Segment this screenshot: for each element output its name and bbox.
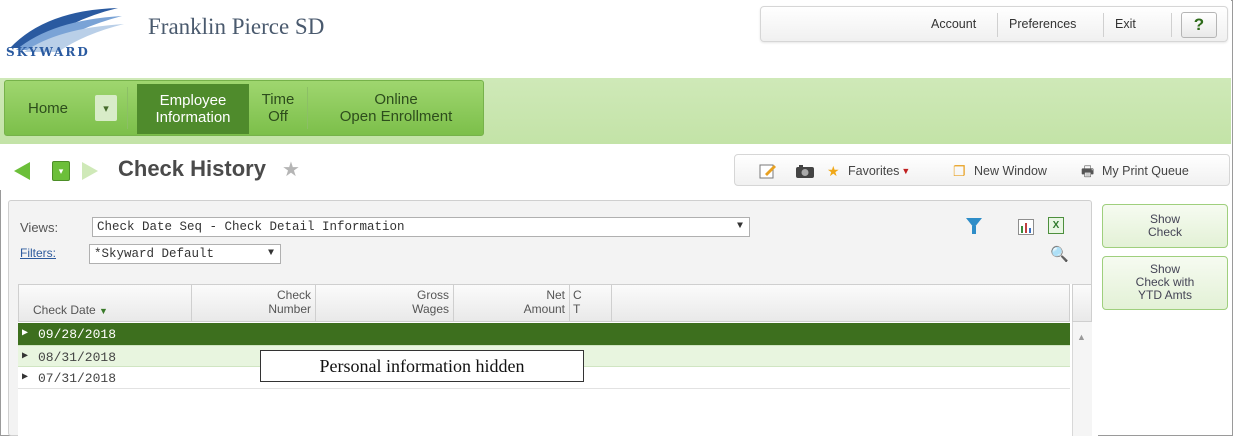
- help-button[interactable]: ?: [1181, 12, 1217, 38]
- edit-icon[interactable]: [759, 163, 777, 179]
- nav-employee-information[interactable]: Employee Information: [137, 84, 249, 134]
- back-arrow-icon[interactable]: [14, 162, 30, 180]
- scroll-up-icon[interactable]: ▲: [1077, 332, 1086, 342]
- nav-divider: [307, 87, 308, 129]
- column-ct[interactable]: C T: [573, 288, 582, 316]
- favorites-menu[interactable]: ★ Favorites ▼: [827, 163, 910, 179]
- logo-text: SKYWARD: [6, 45, 90, 59]
- menu-divider: [1171, 13, 1172, 37]
- top-menu: Account Preferences Exit ?: [760, 6, 1228, 42]
- check-date-cell: 09/28/2018: [38, 327, 117, 342]
- favorites-label: Favorites: [848, 164, 900, 178]
- district-name: Franklin Pierce SD: [148, 14, 325, 39]
- column-divider: [191, 285, 192, 321]
- nav-dropdown-button[interactable]: ▾: [95, 95, 117, 121]
- page-toolbar: ★ Favorites ▼ ❐ New Window 🖶 My Print Qu…: [734, 154, 1230, 186]
- expand-triangle-icon[interactable]: ▶: [22, 371, 28, 383]
- excel-export-icon[interactable]: X: [1048, 217, 1064, 234]
- page-title: Check History: [118, 156, 266, 181]
- preferences-link[interactable]: Preferences: [1009, 17, 1076, 31]
- table-row[interactable]: ▶ 09/28/2018: [18, 323, 1070, 345]
- views-select[interactable]: Check Date Seq - Check Detail Informatio…: [92, 217, 750, 237]
- exit-link[interactable]: Exit: [1115, 17, 1136, 31]
- column-divider: [569, 285, 570, 321]
- chevron-down-icon: ▼: [267, 248, 274, 259]
- chart-icon[interactable]: [1018, 219, 1034, 235]
- chevron-down-icon: ▾: [103, 102, 109, 115]
- nav-divider: [127, 87, 128, 129]
- filters-link[interactable]: Filters:: [20, 246, 56, 260]
- nav-online-open-enrollment[interactable]: Online Open Enrollment: [311, 81, 481, 135]
- sort-down-icon: ▼: [99, 306, 108, 316]
- views-label: Views:: [20, 220, 59, 235]
- menu-divider: [1103, 13, 1104, 37]
- star-icon: ★: [827, 163, 840, 179]
- column-divider: [611, 285, 612, 321]
- check-date-cell: 07/31/2018: [38, 371, 117, 386]
- filter-funnel-stem: [972, 226, 976, 234]
- camera-icon[interactable]: [795, 163, 815, 179]
- filters-value: *Skyward Default: [94, 247, 215, 261]
- show-check-button[interactable]: Show Check: [1102, 204, 1228, 248]
- nav-home[interactable]: Home: [13, 81, 83, 135]
- grid-header-corner: [1072, 284, 1092, 322]
- printer-icon: 🖶: [1081, 163, 1095, 179]
- column-divider: [453, 285, 454, 321]
- column-check-date-label: Check Date: [33, 303, 96, 317]
- menu-divider: [997, 13, 998, 37]
- privacy-overlay-note: Personal information hidden: [260, 350, 584, 382]
- new-window-button[interactable]: ❐ New Window: [953, 163, 1047, 179]
- print-queue-label: My Print Queue: [1102, 164, 1189, 178]
- column-gross-wages[interactable]: Gross Wages: [319, 288, 449, 316]
- filters-select[interactable]: *Skyward Default ▼: [89, 244, 281, 264]
- expand-triangle-icon[interactable]: ▶: [22, 350, 28, 362]
- header: SKYWARD Franklin Pierce SD Account Prefe…: [0, 0, 1231, 78]
- expand-triangle-icon[interactable]: ▶: [22, 327, 28, 339]
- show-check-ytd-button[interactable]: Show Check with YTD Amts: [1102, 256, 1228, 310]
- new-window-label: New Window: [974, 164, 1047, 178]
- history-dropdown-icon[interactable]: ▾: [52, 161, 70, 181]
- check-date-cell: 08/31/2018: [38, 350, 117, 365]
- column-net-amount[interactable]: Net Amount: [457, 288, 565, 316]
- column-check-date[interactable]: Check Date ▼: [33, 303, 108, 318]
- print-queue-button[interactable]: 🖶 My Print Queue: [1081, 163, 1189, 179]
- new-window-icon: ❐: [953, 163, 966, 179]
- views-value: Check Date Seq - Check Detail Informatio…: [97, 220, 405, 234]
- print-preview-icon[interactable]: 🔍: [1050, 245, 1069, 263]
- nav-time-off[interactable]: Time Off: [253, 81, 303, 135]
- column-check-number[interactable]: Check Number: [195, 288, 311, 316]
- skyward-logo: [10, 8, 124, 52]
- chevron-down-icon: ▼: [736, 221, 743, 232]
- grid-header: Check Date ▼ Check Number Gross Wages Ne…: [18, 284, 1070, 322]
- favorite-star-icon[interactable]: ★: [282, 157, 300, 182]
- nav-group: Home ▾ Employee Information Time Off Onl…: [4, 80, 484, 136]
- account-link[interactable]: Account: [931, 17, 976, 31]
- column-divider: [315, 285, 316, 321]
- forward-arrow-icon[interactable]: [82, 162, 98, 180]
- dropdown-arrow-icon: ▼: [901, 166, 911, 176]
